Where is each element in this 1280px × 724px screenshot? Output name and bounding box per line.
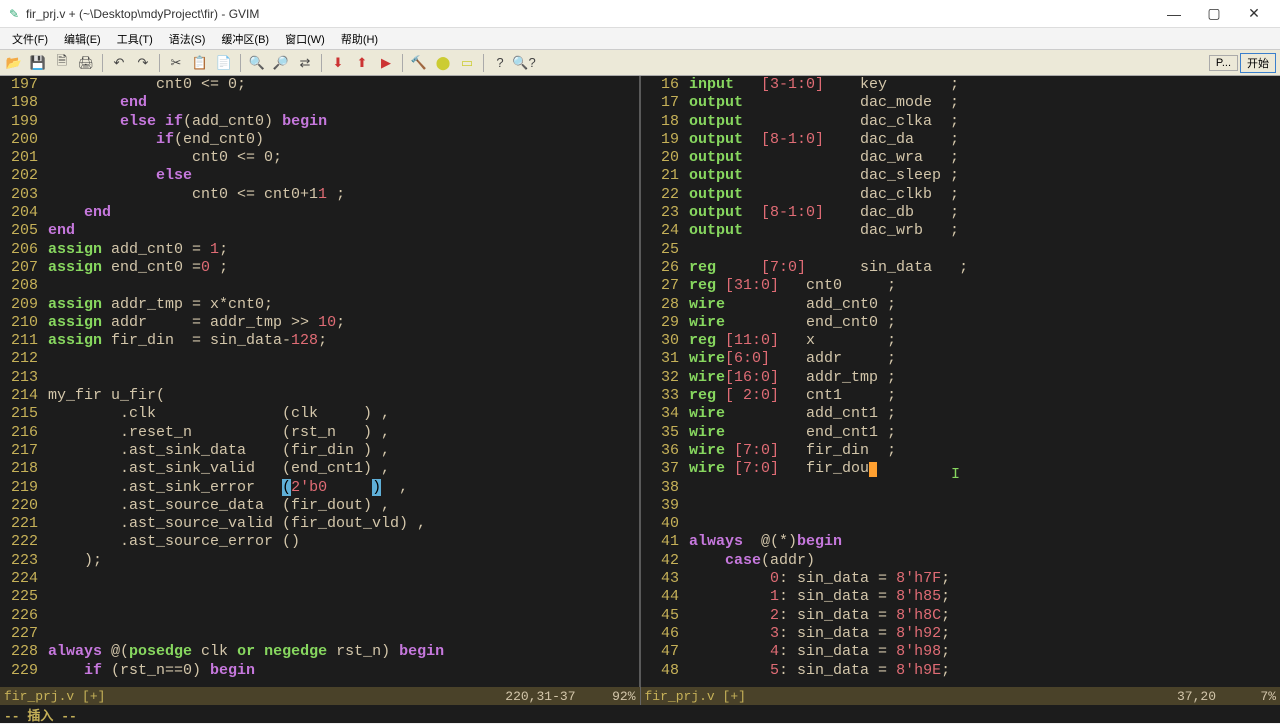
open-icon[interactable]: 📂 (4, 53, 24, 73)
separator (102, 54, 103, 72)
search-help-icon[interactable]: 🔍? (514, 53, 534, 73)
separator (159, 54, 160, 72)
paste-icon[interactable]: 📄 (214, 53, 234, 73)
cursor-indicator-icon: I (951, 466, 960, 484)
menu-help[interactable]: 帮助(H) (333, 29, 386, 49)
status-filename: fir_prj.v [+] (4, 689, 105, 704)
separator (240, 54, 241, 72)
left-gutter: 197 198 199 200 201 202 203 204 205 206 … (0, 76, 44, 687)
right-gutter: 16 17 18 19 20 21 22 23 24 25 26 27 28 2… (641, 76, 685, 687)
editor-area: 197 198 199 200 201 202 203 204 205 206 … (0, 76, 1280, 687)
status-percent: 7% (1216, 689, 1276, 704)
right-code[interactable]: input [3-1:0] key ; output dac_mode ; ou… (685, 76, 1280, 687)
menu-buffers[interactable]: 缓冲区(B) (213, 29, 277, 49)
menubar: 文件(F) 编辑(E) 工具(T) 语法(S) 缓冲区(B) 窗口(W) 帮助(… (0, 28, 1280, 50)
find-icon[interactable]: 🔍 (247, 53, 267, 73)
status-left: fir_prj.v [+] 220,31-37 92% (0, 687, 641, 705)
left-code[interactable]: cnt0 <= 0; end else if(add_cnt0) begin i… (44, 76, 639, 687)
help-icon[interactable]: ? (490, 53, 510, 73)
status-position: 37,20 (1177, 689, 1216, 704)
window-title: fir_prj.v + (~\Desktop\mdyProject\fir) -… (26, 7, 1154, 21)
p-button[interactable]: P... (1209, 55, 1238, 71)
print-icon[interactable]: 🖨 (76, 53, 96, 73)
close-button[interactable]: ✕ (1234, 1, 1274, 27)
undo-icon[interactable]: ↶ (109, 53, 129, 73)
menu-window[interactable]: 窗口(W) (277, 29, 333, 49)
mode-indicator: -- 插入 -- (4, 705, 77, 724)
save-session-icon[interactable]: ⬆ (352, 53, 372, 73)
findnext-icon[interactable]: 🔎 (271, 53, 291, 73)
toolbar: 📂 💾 🗎 🖨 ↶ ↷ ✂ 📋 📄 🔍 🔎 ⇄ ⬇ ⬆ ▶ 🔨 ⬤ ▭ ? 🔍?… (0, 50, 1280, 76)
run-script-icon[interactable]: ▶ (376, 53, 396, 73)
save-icon[interactable]: 💾 (28, 53, 48, 73)
saveall-icon[interactable]: 🗎 (52, 53, 72, 73)
menu-file[interactable]: 文件(F) (4, 29, 56, 49)
status-filename: fir_prj.v [+] (645, 689, 746, 704)
app-icon: ✎ (6, 6, 22, 22)
load-session-icon[interactable]: ⬇ (328, 53, 348, 73)
command-line[interactable]: -- 插入 -- (0, 705, 1280, 723)
copy-icon[interactable]: 📋 (190, 53, 210, 73)
menu-tools[interactable]: 工具(T) (109, 29, 161, 49)
status-percent: 92% (576, 689, 636, 704)
maximize-button[interactable]: ▢ (1194, 1, 1234, 27)
start-button[interactable]: 开始 (1240, 53, 1276, 73)
make-icon[interactable]: 🔨 (409, 53, 429, 73)
redo-icon[interactable]: ↷ (133, 53, 153, 73)
separator (402, 54, 403, 72)
shell-icon[interactable]: ⬤ (433, 53, 453, 73)
right-pane[interactable]: 16 17 18 19 20 21 22 23 24 25 26 27 28 2… (639, 76, 1280, 687)
window-buttons: — ▢ ✕ (1154, 1, 1274, 27)
menu-syntax[interactable]: 语法(S) (161, 29, 214, 49)
left-pane[interactable]: 197 198 199 200 201 202 203 204 205 206 … (0, 76, 639, 687)
status-position: 220,31-37 (505, 689, 575, 704)
separator (483, 54, 484, 72)
tags-icon[interactable]: ▭ (457, 53, 477, 73)
cut-icon[interactable]: ✂ (166, 53, 186, 73)
status-right: fir_prj.v [+] 37,20 7% (641, 687, 1280, 705)
titlebar: ✎ fir_prj.v + (~\Desktop\mdyProject\fir)… (0, 0, 1280, 28)
replace-icon[interactable]: ⇄ (295, 53, 315, 73)
menu-edit[interactable]: 编辑(E) (56, 29, 109, 49)
separator (321, 54, 322, 72)
minimize-button[interactable]: — (1154, 1, 1194, 27)
